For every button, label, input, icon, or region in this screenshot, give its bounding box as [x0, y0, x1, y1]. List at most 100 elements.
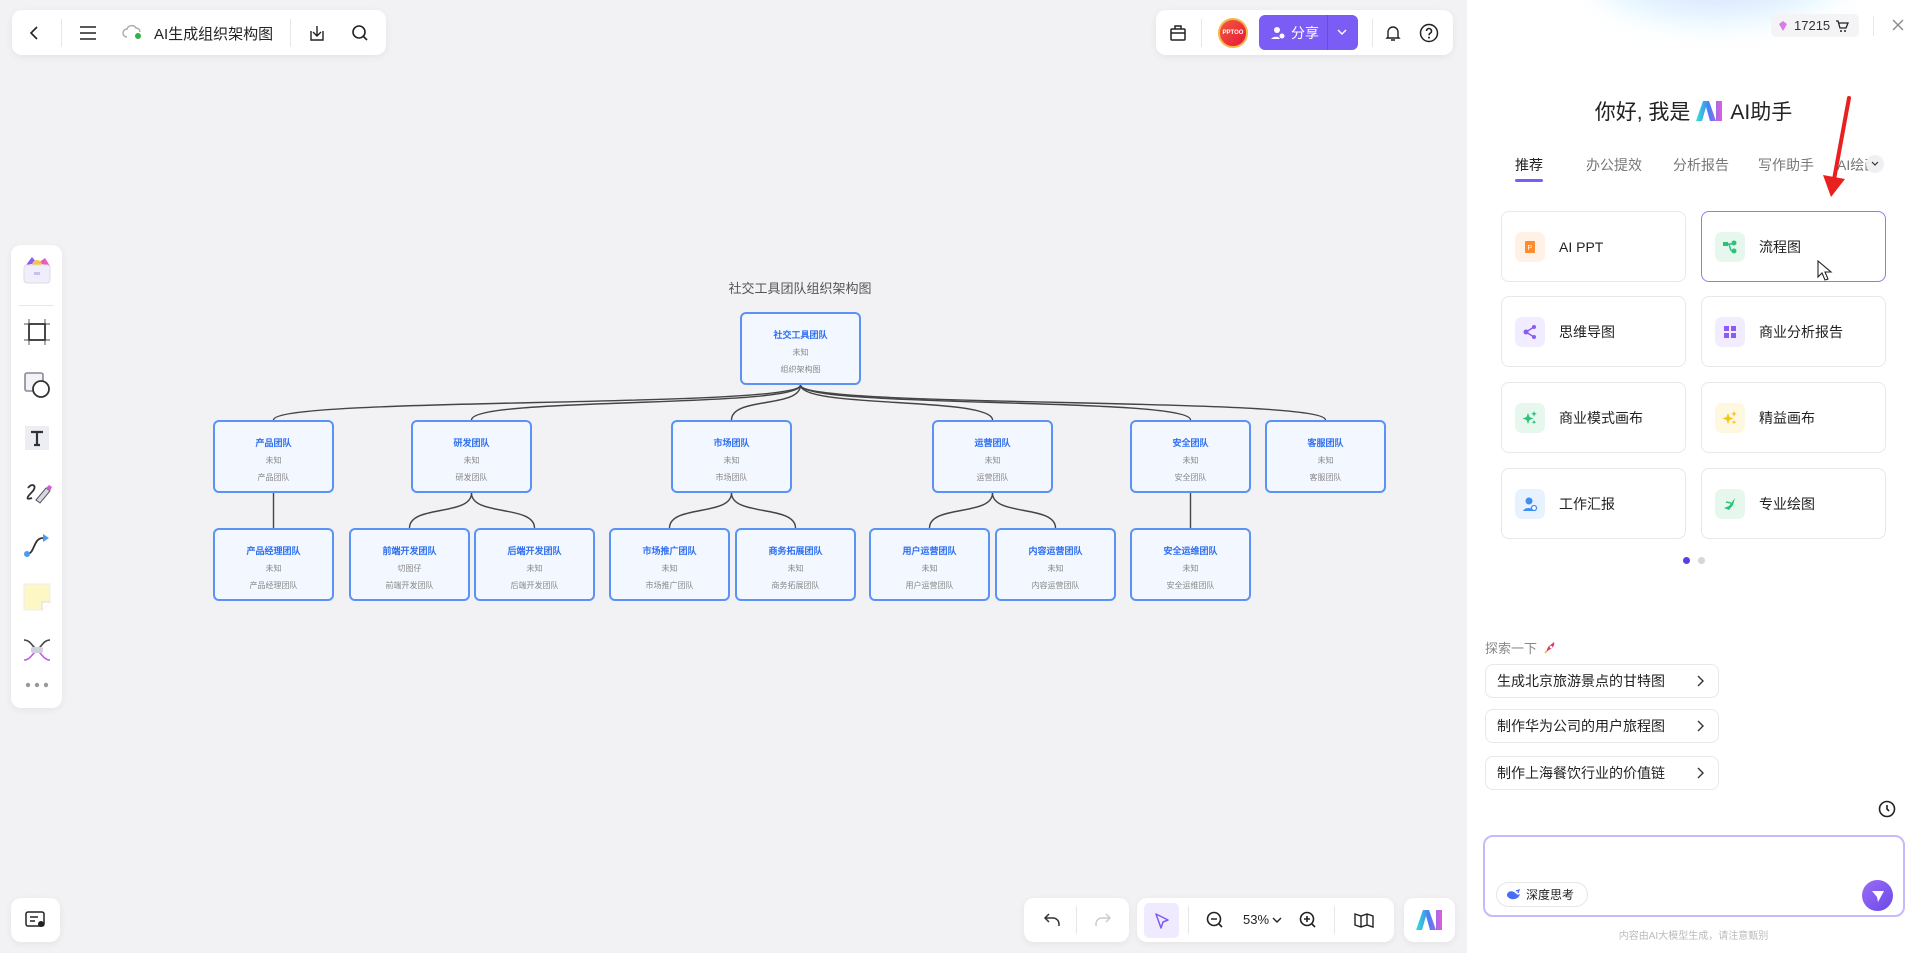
active-tab-indicator — [1515, 179, 1543, 182]
cart-icon[interactable] — [1835, 19, 1850, 33]
suggestion-chip[interactable]: 制作华为公司的用户旅程图 — [1485, 709, 1719, 743]
pager-dot-active[interactable] — [1683, 557, 1690, 564]
mindmap-tool[interactable] — [19, 632, 54, 667]
org-node[interactable]: 安全团队 未知 安全团队 — [1130, 420, 1251, 493]
sparkle-icon — [1522, 410, 1537, 424]
feature-card[interactable]: 精益画布 — [1701, 382, 1886, 453]
node-name: 运营团队 — [974, 438, 1011, 448]
clock-icon — [1878, 800, 1896, 818]
flowchart-icon — [1723, 240, 1737, 253]
send-button[interactable] — [1862, 880, 1893, 911]
map-view-button[interactable] — [1351, 905, 1377, 935]
toolbox-button[interactable] — [1166, 18, 1190, 48]
help-button[interactable] — [1418, 18, 1440, 48]
org-edge — [272, 384, 802, 421]
chat-input[interactable] — [1495, 845, 1895, 879]
node-role: 未知 — [1182, 456, 1199, 465]
minimap-toggle-button[interactable] — [11, 898, 60, 942]
tab-0[interactable]: 推荐 — [1515, 155, 1543, 175]
mindmap-icon — [1523, 324, 1536, 339]
download-button[interactable] — [305, 18, 329, 48]
map-pin-board-icon — [24, 911, 45, 927]
credits-badge[interactable]: 17215 — [1771, 14, 1859, 37]
whiteboard-canvas[interactable]: 社交工具团队组织架构图 社交工具团队 未知 组织架构图 产品团队 未知 产品团队 产品经理团… — [0, 0, 1467, 953]
avatar[interactable]: PPTOO — [1218, 18, 1248, 48]
suggestion-chip[interactable]: 生成北京旅游景点的甘特图 — [1485, 664, 1719, 698]
feature-card-label: 工作汇报 — [1559, 495, 1615, 512]
feature-card[interactable]: 商业模式画布 — [1501, 382, 1686, 453]
redo-button[interactable] — [1091, 905, 1115, 935]
history-button[interactable] — [1876, 798, 1898, 820]
plane-icon-wrap — [1715, 488, 1745, 519]
org-node[interactable]: 产品团队 未知 产品团队 — [213, 420, 334, 493]
org-node-root[interactable]: 社交工具团队 未知 组织架构图 — [740, 312, 861, 385]
text-tool[interactable] — [19, 420, 54, 455]
tab-1[interactable]: 办公提效 — [1586, 155, 1642, 175]
org-node[interactable]: 前端开发团队 切图仔 前端开发团队 — [349, 528, 470, 601]
feature-card[interactable]: 商业分析报告 — [1701, 296, 1886, 367]
feature-card[interactable]: 思维导图 — [1501, 296, 1686, 367]
node-desc: 产品经理团队 — [249, 581, 298, 590]
zoom-in-button[interactable] — [1296, 905, 1320, 935]
feature-card[interactable]: 专业绘图 — [1701, 468, 1886, 539]
feature-card[interactable]: 流程图 — [1701, 211, 1886, 282]
undo-button[interactable] — [1040, 905, 1064, 935]
download-icon — [310, 25, 324, 41]
node-desc: 安全团队 — [1174, 473, 1207, 482]
chevron-right-icon — [1697, 720, 1704, 732]
node-desc: 后端开发团队 — [510, 581, 559, 590]
search-button[interactable] — [348, 18, 372, 48]
org-node[interactable]: 后端开发团队 未知 后端开发团队 — [474, 528, 595, 601]
org-node[interactable]: 运营团队 未知 运营团队 — [932, 420, 1053, 493]
feature-card[interactable]: 工作汇报 — [1501, 468, 1686, 539]
back-button[interactable] — [22, 18, 46, 48]
org-node[interactable]: 商务拓展团队 未知 商务拓展团队 — [735, 528, 856, 601]
node-name: 安全运维团队 — [1163, 546, 1218, 556]
chevron-down-icon[interactable] — [1337, 28, 1347, 36]
pager-dot[interactable] — [1698, 557, 1705, 564]
tab-3[interactable]: 写作助手 — [1758, 155, 1814, 175]
templates-tool[interactable] — [19, 252, 54, 287]
org-node[interactable]: 内容运营团队 未知 内容运营团队 — [995, 528, 1116, 601]
sticky-note-tool[interactable] — [19, 579, 54, 614]
suggestion-chip[interactable]: 制作上海餐饮行业的价值链 — [1485, 756, 1719, 790]
shape-tool[interactable] — [19, 367, 54, 402]
connector-tool[interactable] — [19, 527, 54, 562]
org-node[interactable]: 客服团队 未知 客服团队 — [1265, 420, 1386, 493]
send-icon — [1871, 890, 1884, 902]
grid-icon-wrap — [1715, 316, 1745, 347]
close-panel-button[interactable] — [1887, 14, 1909, 36]
whale-icon — [1507, 888, 1521, 899]
notifications-button[interactable] — [1382, 18, 1404, 48]
org-node[interactable]: 市场推广团队 未知 市场推广团队 — [609, 528, 730, 601]
feature-card[interactable]: P AI PPT — [1501, 211, 1686, 282]
more-tools-button[interactable] — [19, 675, 54, 695]
deep-think-toggle[interactable]: 深度思考 — [1496, 882, 1588, 907]
document-title[interactable]: AI生成组织架构图 — [154, 23, 273, 44]
org-node[interactable]: 产品经理团队 未知 产品经理团队 — [213, 528, 334, 601]
greeting-suffix: AI助手 — [1730, 101, 1793, 124]
frame-icon — [23, 318, 50, 345]
org-edge — [668, 492, 733, 529]
share-button[interactable]: 分享 — [1259, 15, 1358, 50]
pen-tool[interactable] — [19, 474, 54, 509]
menu-button[interactable] — [75, 18, 101, 48]
ai-assistant-button[interactable] — [1404, 898, 1455, 942]
disclaimer: 内容由AI大模型生成，请注意甄别 — [1618, 931, 1769, 942]
chat-input-box[interactable]: 深度思考 — [1483, 835, 1905, 917]
org-node[interactable]: 用户运营团队 未知 用户运营团队 — [869, 528, 990, 601]
org-node[interactable]: 安全运维团队 未知 安全运维团队 — [1130, 528, 1251, 601]
org-node[interactable]: 研发团队 未知 研发团队 — [411, 420, 532, 493]
tab-2[interactable]: 分析报告 — [1673, 155, 1729, 175]
redo-icon — [1095, 913, 1112, 926]
zoom-level[interactable]: 53% — [1243, 912, 1269, 927]
tabs-more-button[interactable] — [1866, 155, 1884, 173]
frame-tool[interactable] — [19, 314, 54, 349]
zoom-out-button[interactable] — [1203, 905, 1227, 935]
help-icon — [1419, 23, 1439, 42]
select-tool-button[interactable] — [1144, 903, 1179, 938]
chevron-down-icon[interactable] — [1272, 916, 1282, 924]
ai-logo-icon — [1415, 910, 1442, 930]
org-node[interactable]: 市场团队 未知 市场团队 — [671, 420, 792, 493]
flowchart-icon-wrap — [1715, 231, 1745, 262]
